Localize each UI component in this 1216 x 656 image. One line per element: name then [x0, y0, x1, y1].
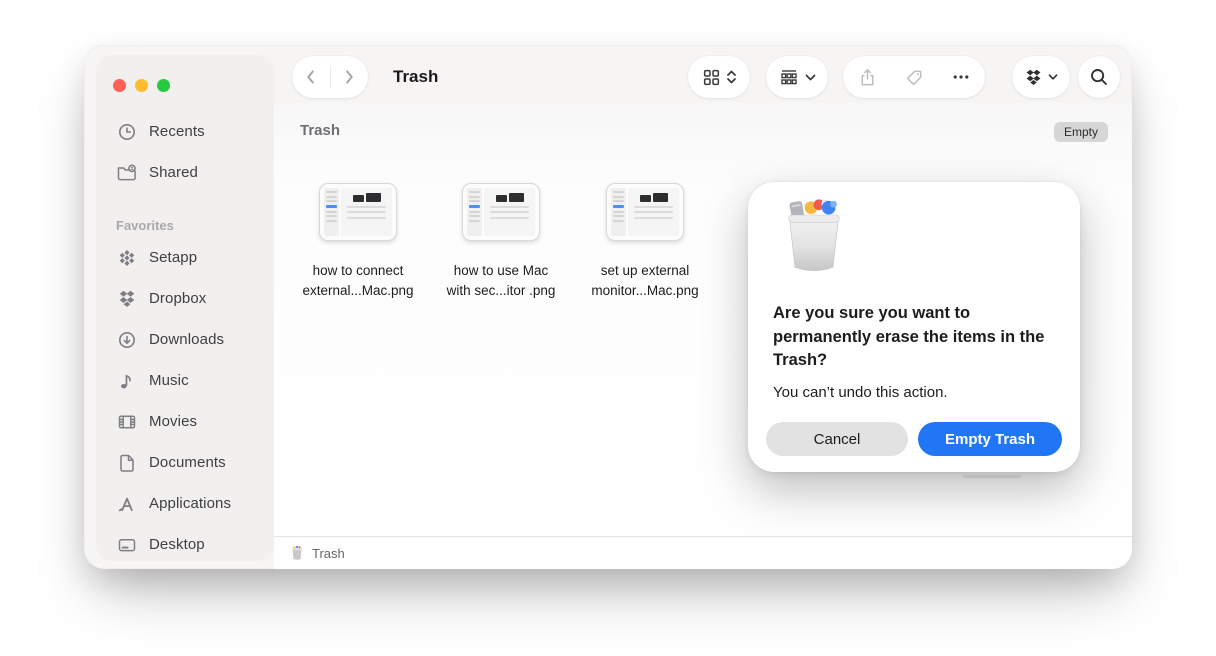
search-button[interactable]	[1078, 56, 1120, 98]
sidebar-item-movies[interactable]: Movies	[96, 401, 274, 442]
window-title: Trash	[393, 67, 438, 87]
minimize-button[interactable]	[135, 79, 148, 92]
forward-icon	[338, 66, 360, 88]
sidebar-item-applications[interactable]: Applications	[96, 483, 274, 524]
tag-icon	[905, 68, 924, 87]
full-trash-icon	[770, 194, 858, 276]
file-thumbnail	[319, 183, 397, 241]
chevron-down-icon	[805, 73, 816, 82]
close-button[interactable]	[113, 79, 126, 92]
group-by-button[interactable]	[766, 56, 828, 98]
file-thumbnail	[462, 183, 540, 241]
chevron-up-down-icon	[726, 69, 737, 85]
share-icon	[858, 67, 877, 88]
file-item[interactable]: set up external monitor...Mac.png	[574, 183, 716, 301]
window-controls	[113, 79, 170, 92]
desktop-icon	[116, 534, 138, 556]
forward-button[interactable]	[331, 56, 368, 98]
file-name-line: how to use Mac	[454, 263, 549, 278]
view-switcher-button[interactable]	[688, 56, 750, 98]
empty-trash-button[interactable]: Empty Trash	[918, 422, 1062, 456]
sidebar-item-label: Downloads	[149, 331, 224, 348]
sidebar-nav: Recents Shared Favorites	[96, 111, 274, 565]
dropbox-toolbar-button[interactable]	[1012, 56, 1070, 98]
dropbox-icon	[116, 288, 138, 310]
dropbox-icon	[1024, 68, 1043, 87]
sidebar-item-dropbox[interactable]: Dropbox	[96, 278, 274, 319]
sidebar: Recents Shared Favorites	[96, 55, 274, 561]
empty-trash-dialog: Are you sure you want to permanently era…	[748, 182, 1080, 472]
desktop-background: Recents Shared Favorites	[0, 0, 1216, 656]
file-name: how to use Mac with sec...itor .png	[447, 261, 556, 301]
view-grid-icon	[702, 68, 721, 87]
setapp-icon	[116, 247, 138, 269]
content-title: Trash	[300, 122, 340, 139]
sidebar-item-label: Desktop	[149, 536, 205, 553]
group-icon	[779, 69, 799, 86]
section-label: Favorites	[116, 218, 174, 233]
search-icon	[1089, 67, 1109, 87]
trash-path-icon	[290, 545, 304, 561]
sidebar-item-label: Movies	[149, 413, 197, 430]
file-name-line: how to connect	[313, 263, 404, 278]
clock-icon	[116, 121, 138, 143]
file-item[interactable]: how to use Mac with sec...itor .png	[430, 183, 572, 301]
back-button[interactable]	[293, 56, 330, 98]
sidebar-item-label: Shared	[149, 164, 198, 181]
sidebar-section-favorites: Favorites	[96, 207, 274, 237]
back-icon	[300, 66, 322, 88]
sidebar-item-label: Documents	[149, 454, 226, 471]
file-name-line: with sec...itor .png	[447, 283, 556, 298]
sidebar-item-shared[interactable]: Shared	[96, 152, 274, 193]
file-name-line: external...Mac.png	[302, 283, 413, 298]
dialog-title: Are you sure you want to permanently era…	[773, 302, 1045, 373]
cancel-button[interactable]: Cancel	[766, 422, 908, 456]
chevron-down-icon	[1048, 73, 1058, 81]
sidebar-item-recents[interactable]: Recents	[96, 111, 274, 152]
movies-icon	[116, 411, 138, 433]
path-bar: Trash	[274, 536, 1132, 569]
sidebar-item-downloads[interactable]: Downloads	[96, 319, 274, 360]
path-item-trash[interactable]: Trash	[312, 546, 345, 561]
sidebar-item-documents[interactable]: Documents	[96, 442, 274, 483]
downloads-icon	[116, 329, 138, 351]
file-thumbnail	[606, 183, 684, 241]
sidebar-item-label: Dropbox	[149, 290, 206, 307]
file-name-line: set up external	[601, 263, 690, 278]
tag-button[interactable]	[891, 68, 938, 87]
divider-line	[963, 475, 1021, 478]
sidebar-item-setapp[interactable]: Setapp	[96, 237, 274, 278]
empty-trash-badge-button[interactable]: Empty	[1054, 122, 1108, 142]
nav-buttons	[292, 56, 368, 98]
shared-folder-icon	[116, 162, 138, 184]
finder-window: Recents Shared Favorites	[84, 45, 1132, 569]
documents-icon	[116, 452, 138, 474]
applications-icon	[116, 493, 138, 515]
file-name: how to connect external...Mac.png	[302, 261, 413, 301]
file-name-line: monitor...Mac.png	[591, 283, 698, 298]
more-icon	[951, 67, 971, 87]
sidebar-item-label: Setapp	[149, 249, 197, 266]
zoom-button[interactable]	[157, 79, 170, 92]
sidebar-item-desktop[interactable]: Desktop	[96, 524, 274, 565]
sidebar-item-label: Applications	[149, 495, 231, 512]
sidebar-item-label: Music	[149, 372, 189, 389]
music-icon	[116, 370, 138, 392]
file-item[interactable]: how to connect external...Mac.png	[287, 183, 429, 301]
more-button[interactable]	[938, 67, 985, 87]
sidebar-item-music[interactable]: Music	[96, 360, 274, 401]
file-name: set up external monitor...Mac.png	[591, 261, 698, 301]
sidebar-item-label: Recents	[149, 123, 205, 140]
dialog-message: You can’t undo this action.	[773, 384, 1057, 401]
action-buttons	[843, 56, 985, 98]
share-button[interactable]	[844, 67, 891, 88]
